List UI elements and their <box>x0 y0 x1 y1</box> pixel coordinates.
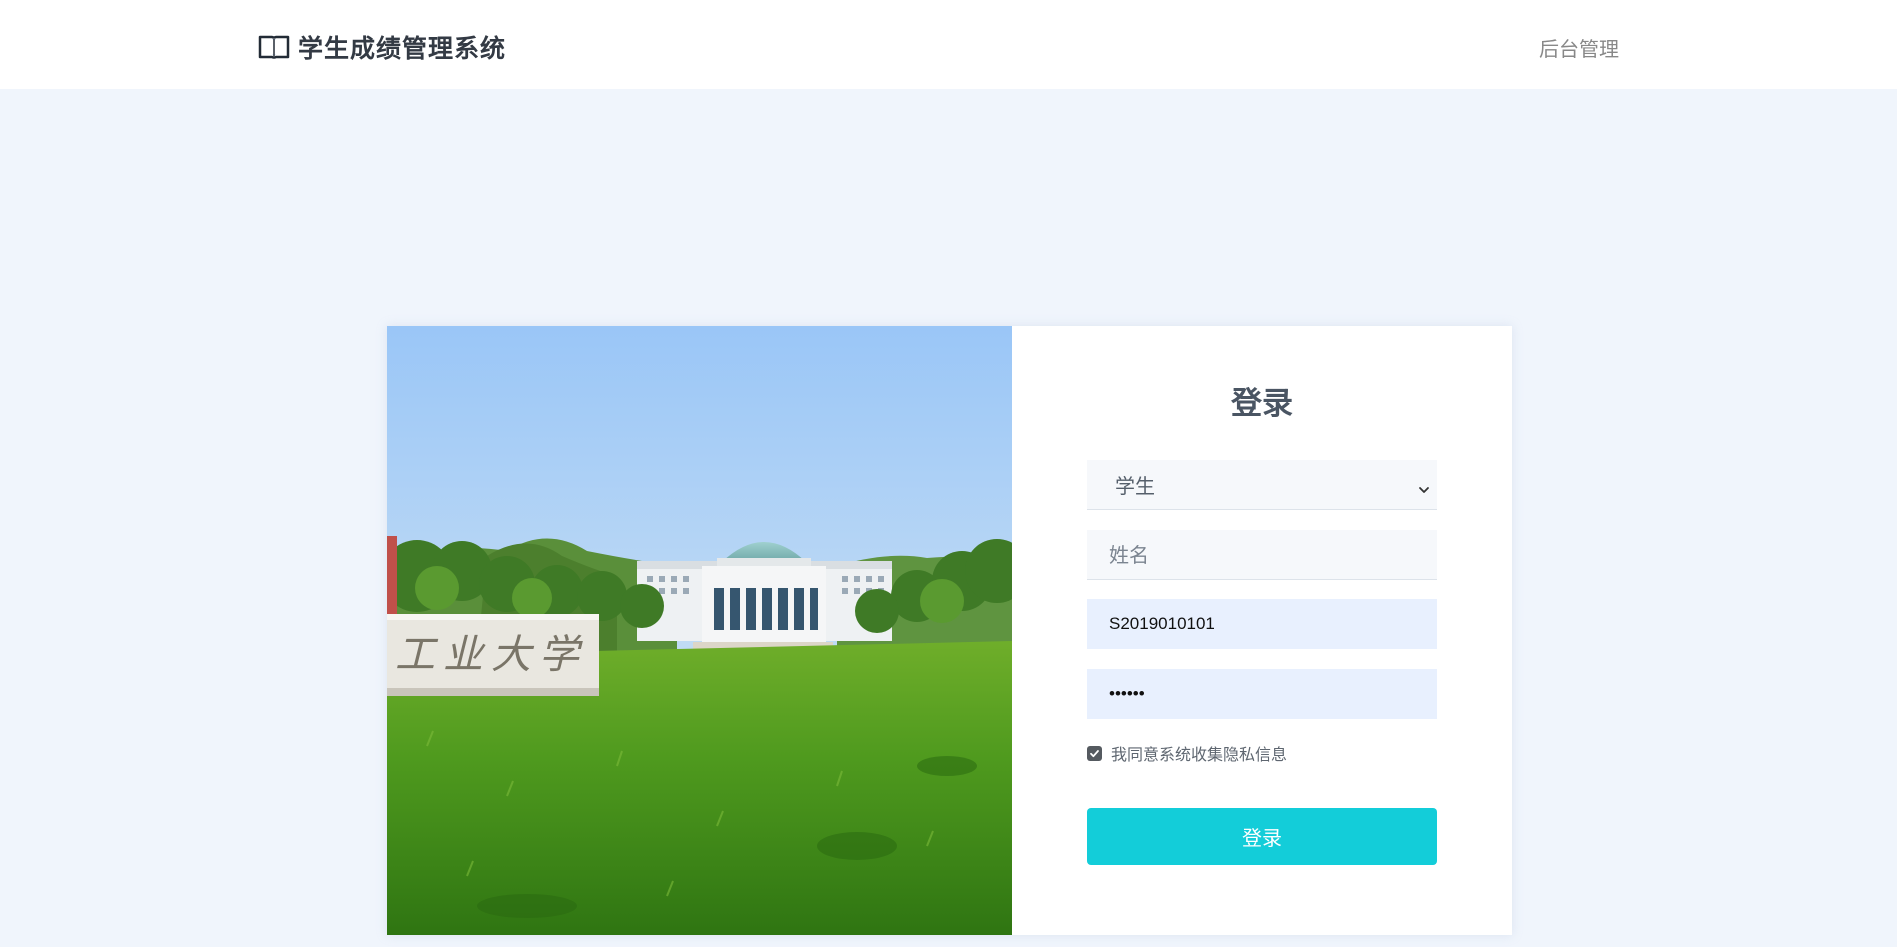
student-id-input[interactable] <box>1087 599 1437 649</box>
checkmark-icon <box>1090 749 1099 757</box>
campus-photo: 工业大学 <box>387 326 1012 935</box>
name-input[interactable] <box>1087 530 1437 580</box>
privacy-checkbox[interactable] <box>1087 745 1102 761</box>
login-button[interactable]: 登录 <box>1087 808 1437 865</box>
open-book-icon <box>258 33 290 61</box>
login-title: 登录 <box>1231 386 1293 422</box>
role-select-value: 学生 <box>1115 474 1155 498</box>
password-input[interactable] <box>1087 669 1437 719</box>
app-title: 学生成绩管理系统 <box>298 34 507 63</box>
admin-link[interactable]: 后台管理 <box>1539 33 1619 62</box>
privacy-consent: 我同意系统收集隐私信息 <box>1087 741 1287 765</box>
top-navbar: 学生成绩管理系统 后台管理 <box>0 0 1897 89</box>
privacy-checkbox-label[interactable]: 我同意系统收集隐私信息 <box>1111 741 1287 765</box>
chevron-down-icon <box>1417 478 1431 493</box>
login-form: 登录 学生 我同意系统收集隐私信息 登录 <box>1012 326 1512 935</box>
brand[interactable]: 学生成绩管理系统 <box>258 30 506 64</box>
login-card: 工业大学 登录 学生 我同意系统收集隐私信息 登录 <box>387 326 1512 935</box>
svg-text:工业大学: 工业大学 <box>395 632 587 678</box>
role-select[interactable]: 学生 <box>1087 460 1437 510</box>
